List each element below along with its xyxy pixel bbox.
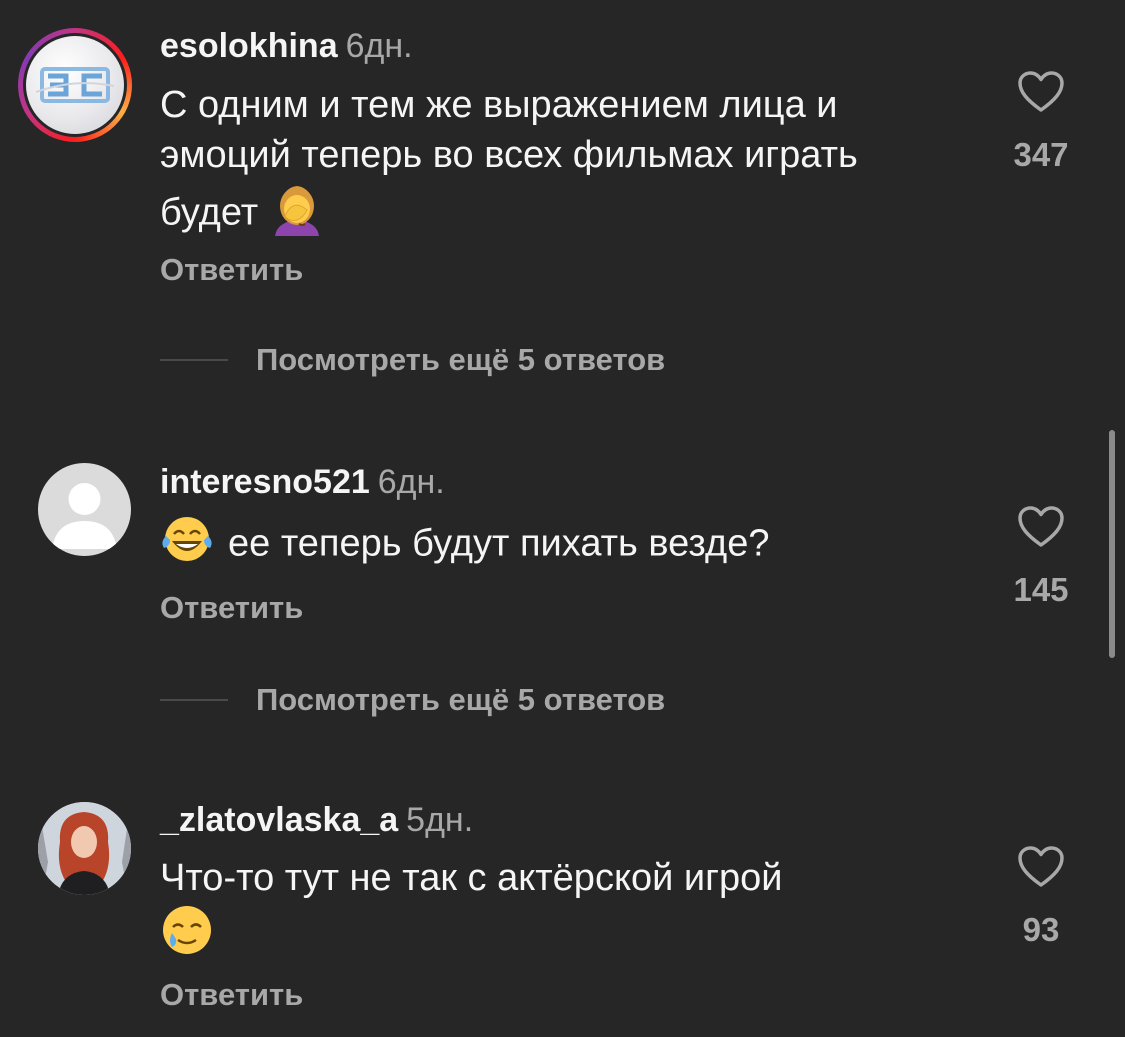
username[interactable]: esolokhina [160, 27, 338, 65]
comment-header: esolokhina 6дн. [160, 26, 413, 66]
heart-icon[interactable] [1017, 70, 1065, 114]
like-count: 93 [1022, 911, 1060, 948]
heart-icon[interactable] [1017, 845, 1065, 889]
like-count: 145 [1013, 571, 1069, 608]
timestamp: 5дн. [406, 801, 474, 839]
replies-divider [160, 699, 228, 701]
reply-button[interactable]: Ответить [160, 977, 303, 1013]
like-count: 347 [1013, 136, 1069, 173]
replies-divider [160, 359, 228, 361]
smiling-face-with-tear-emoji-icon [160, 903, 214, 970]
comment-header: interesno521 6дн. [160, 462, 445, 502]
timestamp: 6дн. [377, 463, 445, 501]
like-control: 145 [991, 505, 1091, 609]
comment-text: Что-то тут не так с актёрской игрой [160, 853, 950, 970]
heart-icon[interactable] [1017, 505, 1065, 549]
profile-photo-icon [38, 802, 131, 895]
default-user-icon [52, 483, 117, 549]
comment-text: ее теперь будут пихать везде? [160, 514, 950, 577]
avatar[interactable] [38, 802, 131, 895]
avatar[interactable] [38, 463, 131, 556]
avatar-logo [26, 36, 124, 134]
view-more-replies[interactable]: Посмотреть ещё 5 ответов [160, 340, 665, 380]
like-control: 347 [991, 70, 1091, 174]
view-more-replies[interactable]: Посмотреть ещё 5 ответов [160, 680, 665, 720]
face-with-tears-of-joy-emoji-icon [160, 514, 214, 577]
username[interactable]: interesno521 [160, 463, 370, 501]
reply-button[interactable]: Ответить [160, 590, 303, 626]
username[interactable]: _zlatovlaska_a [160, 801, 398, 839]
timestamp: 6дн. [345, 27, 413, 65]
scrollbar[interactable] [1109, 430, 1115, 658]
comment-text: С одним и тем же выражением лица и эмоци… [160, 80, 950, 249]
reply-button[interactable]: Ответить [160, 252, 303, 288]
like-control: 93 [991, 845, 1091, 949]
comment-header: _zlatovlaska_a 5дн. [160, 800, 473, 840]
story-ring-avatar[interactable] [18, 28, 132, 142]
woman-facepalming-emoji-icon [269, 180, 325, 249]
